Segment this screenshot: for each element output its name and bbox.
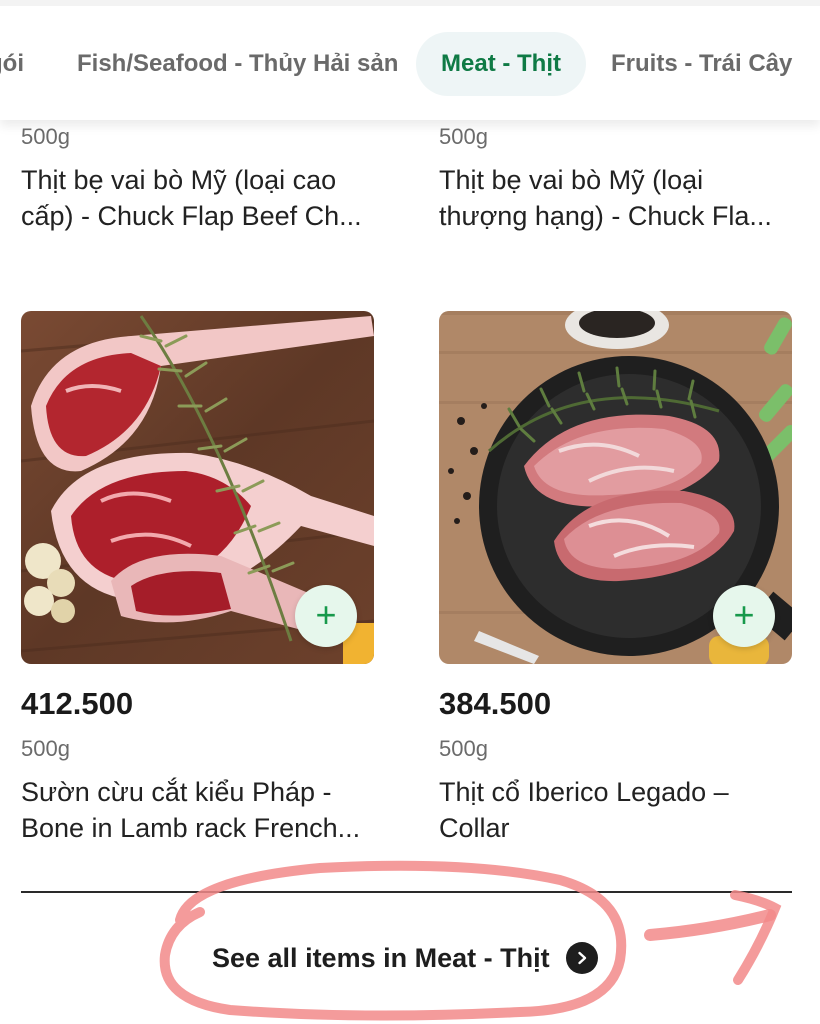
section-divider (21, 891, 792, 893)
chevron-right-icon (565, 942, 598, 974)
product-weight: 500g (439, 124, 488, 149)
product-weight: 500g (21, 736, 70, 761)
iberico-collar-image[interactable]: + (439, 311, 792, 664)
tab-package[interactable]: gói (0, 32, 24, 96)
product-price: 412.500 (21, 686, 134, 721)
product-weight: 500g (21, 124, 70, 149)
product-card-lamb-rack[interactable]: + 412.500 500g Sườn cừu cắt kiểu Pháp - … (21, 311, 374, 846)
product-card-iberico-collar[interactable]: + 384.500 500g Thịt cổ Iberico Legado – … (439, 311, 792, 846)
add-to-cart-button[interactable]: + (713, 585, 775, 647)
product-name: Thịt bẹ vai bò Mỹ (loại cao cấp) - Chuck… (21, 165, 362, 231)
category-tab-bar: gói Fish/Seafood - Thủy Hải sản Meat - T… (0, 0, 820, 120)
product-card-chuck-flap-premium[interactable]: 500g Thịt bẹ vai bò Mỹ (loại cao cấp) - … (21, 122, 376, 234)
product-price: 384.500 (439, 686, 552, 721)
product-card-chuck-flap-prime[interactable]: 500g Thịt bẹ vai bò Mỹ (loại thượng hạng… (439, 122, 794, 234)
lamb-rack-image[interactable]: + (21, 311, 374, 664)
plus-icon: + (733, 594, 755, 635)
tab-fruits[interactable]: Fruits - Trái Cây (611, 32, 792, 96)
add-to-cart-button[interactable]: + (295, 585, 357, 647)
see-all-meat-button[interactable]: See all items in Meat - Thịt (212, 936, 598, 980)
tab-meat[interactable]: Meat - Thịt (416, 32, 586, 96)
plus-icon: + (315, 594, 337, 635)
product-name: Thịt bẹ vai bò Mỹ (loại thượng hạng) - C… (439, 165, 772, 231)
product-weight: 500g (439, 736, 488, 761)
tab-fish-seafood[interactable]: Fish/Seafood - Thủy Hải sản (77, 32, 398, 96)
see-all-label: See all items in Meat - Thịt (212, 942, 550, 973)
product-name: Sườn cừu cắt kiểu Pháp - Bone in Lamb ra… (21, 777, 361, 843)
product-name: Thịt cổ Iberico Legado – Collar (439, 777, 729, 843)
product-list-page: gói Fish/Seafood - Thủy Hải sản Meat - T… (0, 0, 820, 1024)
